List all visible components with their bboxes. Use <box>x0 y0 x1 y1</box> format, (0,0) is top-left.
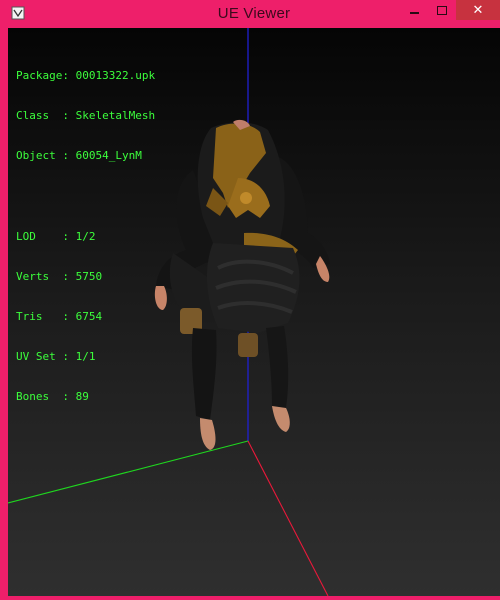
character-model <box>154 119 330 450</box>
info-value: 60054_LynM <box>75 149 142 163</box>
close-button[interactable]: ✕ <box>456 0 500 20</box>
info-label: Tris : <box>16 310 69 324</box>
info-row-verts: Verts : 5750 <box>16 270 155 283</box>
minimize-icon <box>409 12 419 14</box>
info-label: Bones : <box>16 390 69 404</box>
info-label: UV Set : <box>16 350 69 364</box>
info-label: Object : <box>16 149 69 163</box>
info-label: Verts : <box>16 269 69 283</box>
x-axis <box>247 440 329 596</box>
maximize-button[interactable] <box>428 0 456 20</box>
minimize-button[interactable] <box>400 0 428 20</box>
info-value: 6754 <box>75 310 103 324</box>
mesh-info-overlay: Package: 00013322.upk Class : SkeletalMe… <box>16 42 155 431</box>
info-row-tris: Tris : 6754 <box>16 310 155 323</box>
info-value: 1/2 <box>75 229 96 243</box>
close-icon: ✕ <box>472 2 484 18</box>
maximize-icon <box>437 5 447 15</box>
info-value: 1/1 <box>75 350 96 364</box>
info-row-bones: Bones : 89 <box>16 390 155 403</box>
info-label: LOD : <box>16 229 69 243</box>
info-row-object: Object : 60054_LynM <box>16 149 155 162</box>
info-value: SkeletalMesh <box>75 109 156 123</box>
info-row-lod: LOD : 1/2 <box>16 230 155 243</box>
app-window: UE Viewer ✕ Package: 00013322.upk Class … <box>0 0 500 600</box>
info-value: 00013322.upk <box>75 68 156 82</box>
info-row-package: Package: 00013322.upk <box>16 69 155 82</box>
info-label: Package: <box>16 68 69 82</box>
y-axis <box>8 440 249 504</box>
info-label: Class : <box>16 109 69 123</box>
info-row-uvset: UV Set : 1/1 <box>16 350 155 363</box>
title-bar[interactable]: UE Viewer ✕ <box>4 0 500 28</box>
info-row-class: Class : SkeletalMesh <box>16 109 155 122</box>
3d-viewport[interactable]: Package: 00013322.upk Class : SkeletalMe… <box>8 28 500 596</box>
info-value: 5750 <box>75 269 103 283</box>
info-value: 89 <box>75 390 89 404</box>
